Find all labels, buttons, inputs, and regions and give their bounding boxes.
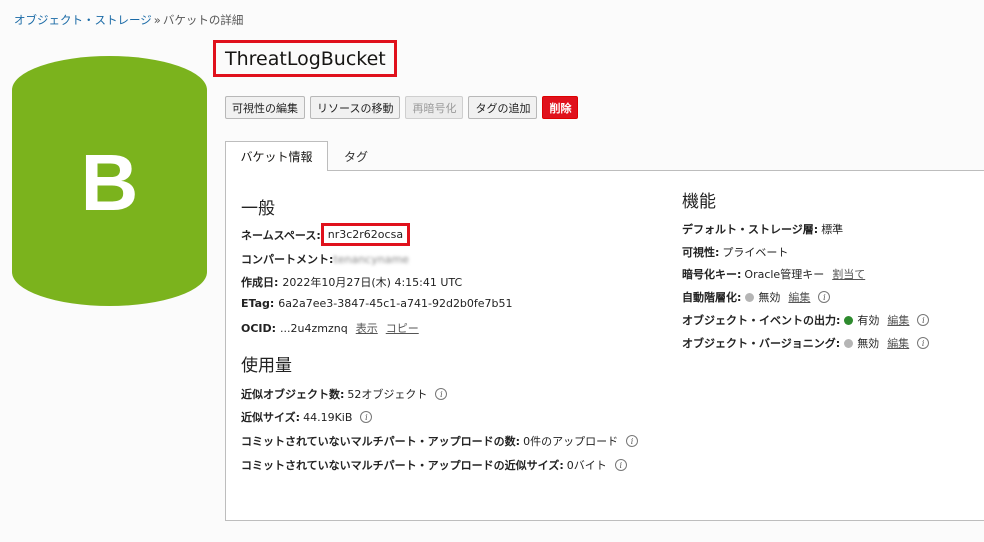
visibility-label: 可視性: [682,246,720,259]
info-icon[interactable]: i [614,459,627,471]
status-disabled-dot-icon [844,338,854,348]
tab-tags[interactable]: タグ [328,141,384,171]
tab-bucket-info[interactable]: バケット情報 [225,141,328,171]
namespace-label: ネームスペース: [241,228,321,242]
ocid-value: ...2u4zmznq [280,321,348,335]
etag-row: ETag: 6a2a7ee3-3847-45c1-a741-92d2b0fe7b… [241,297,513,310]
status-enabled-dot-icon [844,315,854,325]
compartment-label: コンパートメント: [241,253,334,266]
general-section-title: 一般 [241,199,275,219]
multipart-count-row: コミットされていないマルチパート・アップロードの数: 0件のアップロード i [241,433,639,449]
object-count-row: 近似オブジェクト数: 52オブジェクト i [241,386,448,402]
usage-section-title: 使用量 [241,356,292,376]
add-tag-button[interactable]: タグの追加 [468,96,538,119]
versioning-label: オブジェクト・バージョニング: [682,337,841,350]
breadcrumb: オブジェクト・ストレージ» バケットの詳細 [14,12,243,28]
etag-label: ETag: [241,297,275,310]
events-row: オブジェクト・イベントの出力: 有効 編集 i [682,312,930,328]
encryption-assign-link[interactable]: 割当て [832,266,865,282]
delete-button[interactable]: 削除 [542,96,579,119]
encryption-label: 暗号化キー: [682,268,742,281]
namespace-row: ネームスペース: nr3c2r62ocsa [241,223,411,246]
info-icon[interactable]: i [917,314,930,326]
auto-tiering-value: 無効 [758,291,781,304]
ocid-copy-link[interactable]: コピー [386,320,419,336]
info-icon[interactable]: i [435,388,448,400]
versioning-row: オブジェクト・バージョニング: 無効 編集 i [682,335,930,351]
size-value: 44.19KiB [303,410,353,424]
multipart-count-value: 0件のアップロード [523,435,619,448]
storage-tier-label: デフォルト・ストレージ層: [682,223,819,236]
ocid-show-link[interactable]: 表示 [356,320,378,336]
multipart-size-value: 0バイト [566,459,607,472]
created-row: 作成日: 2022年10月27日(木) 4:15:41 UTC [241,274,462,290]
compartment-value[interactable]: tenancyname [333,253,409,266]
ocid-label: OCID: [241,321,277,335]
namespace-highlight: nr3c2r62ocsa [320,223,411,246]
multipart-size-row: コミットされていないマルチパート・アップロードの近似サイズ: 0バイト i [241,457,627,473]
page-title: ThreatLogBucket [225,47,386,70]
events-label: オブジェクト・イベントの出力: [682,314,841,327]
features-section-title: 機能 [682,192,716,212]
info-icon[interactable]: i [626,435,639,447]
etag-value: 6a2a7ee3-3847-45c1-a741-92d2b0fe7b51 [278,297,513,310]
info-icon[interactable]: i [917,337,930,349]
versioning-value: 無効 [857,337,880,350]
status-disabled-dot-icon [745,292,755,302]
ocid-row: OCID: ...2u4zmznq 表示 コピー [241,320,419,336]
storage-tier-row: デフォルト・ストレージ層: 標準 [682,221,843,237]
storage-tier-value: 標準 [821,223,844,236]
events-value: 有効 [857,314,880,327]
namespace-value: nr3c2r62ocsa [327,228,404,241]
visibility-row: 可視性: プライベート [682,244,788,260]
action-toolbar: 可視性の編集 リソースの移動 再暗号化 タグの追加 削除 [225,96,579,119]
object-count-value: 52オブジェクト [347,388,428,401]
events-edit-link[interactable]: 編集 [887,312,909,328]
visibility-value: プライベート [722,246,789,259]
bucket-icon: B [12,56,207,306]
multipart-count-label: コミットされていないマルチパート・アップロードの数: [241,435,521,448]
reencrypt-button[interactable]: 再暗号化 [405,96,464,119]
compartment-row: コンパートメント: tenancyname [241,251,409,267]
encryption-row: 暗号化キー: Oracle管理キー 割当て [682,266,865,282]
bucket-letter: B [80,138,139,227]
encryption-value: Oracle管理キー [744,268,825,281]
size-label: 近似サイズ: [241,411,301,424]
object-count-label: 近似オブジェクト数: [241,388,345,401]
breadcrumb-separator: » [153,13,161,27]
breadcrumb-object-storage-link[interactable]: オブジェクト・ストレージ [14,13,152,27]
created-label: 作成日: [241,276,279,289]
title-highlight: ThreatLogBucket [213,40,397,77]
edit-visibility-button[interactable]: 可視性の編集 [225,96,305,119]
auto-tiering-edit-link[interactable]: 編集 [788,289,810,305]
multipart-size-label: コミットされていないマルチパート・アップロードの近似サイズ: [241,459,564,472]
info-icon[interactable]: i [360,411,373,423]
versioning-edit-link[interactable]: 編集 [887,335,909,351]
auto-tiering-row: 自動階層化: 無効 編集 i [682,289,831,305]
auto-tiering-label: 自動階層化: [682,291,742,304]
created-value: 2022年10月27日(木) 4:15:41 UTC [282,276,463,289]
info-icon[interactable]: i [818,291,831,303]
breadcrumb-current: バケットの詳細 [162,13,244,27]
bucket-info-panel: 一般 ネームスペース: nr3c2r62ocsa コンパートメント: tenan… [225,170,984,521]
size-row: 近似サイズ: 44.19KiB i [241,409,373,425]
move-resource-button[interactable]: リソースの移動 [310,96,401,119]
